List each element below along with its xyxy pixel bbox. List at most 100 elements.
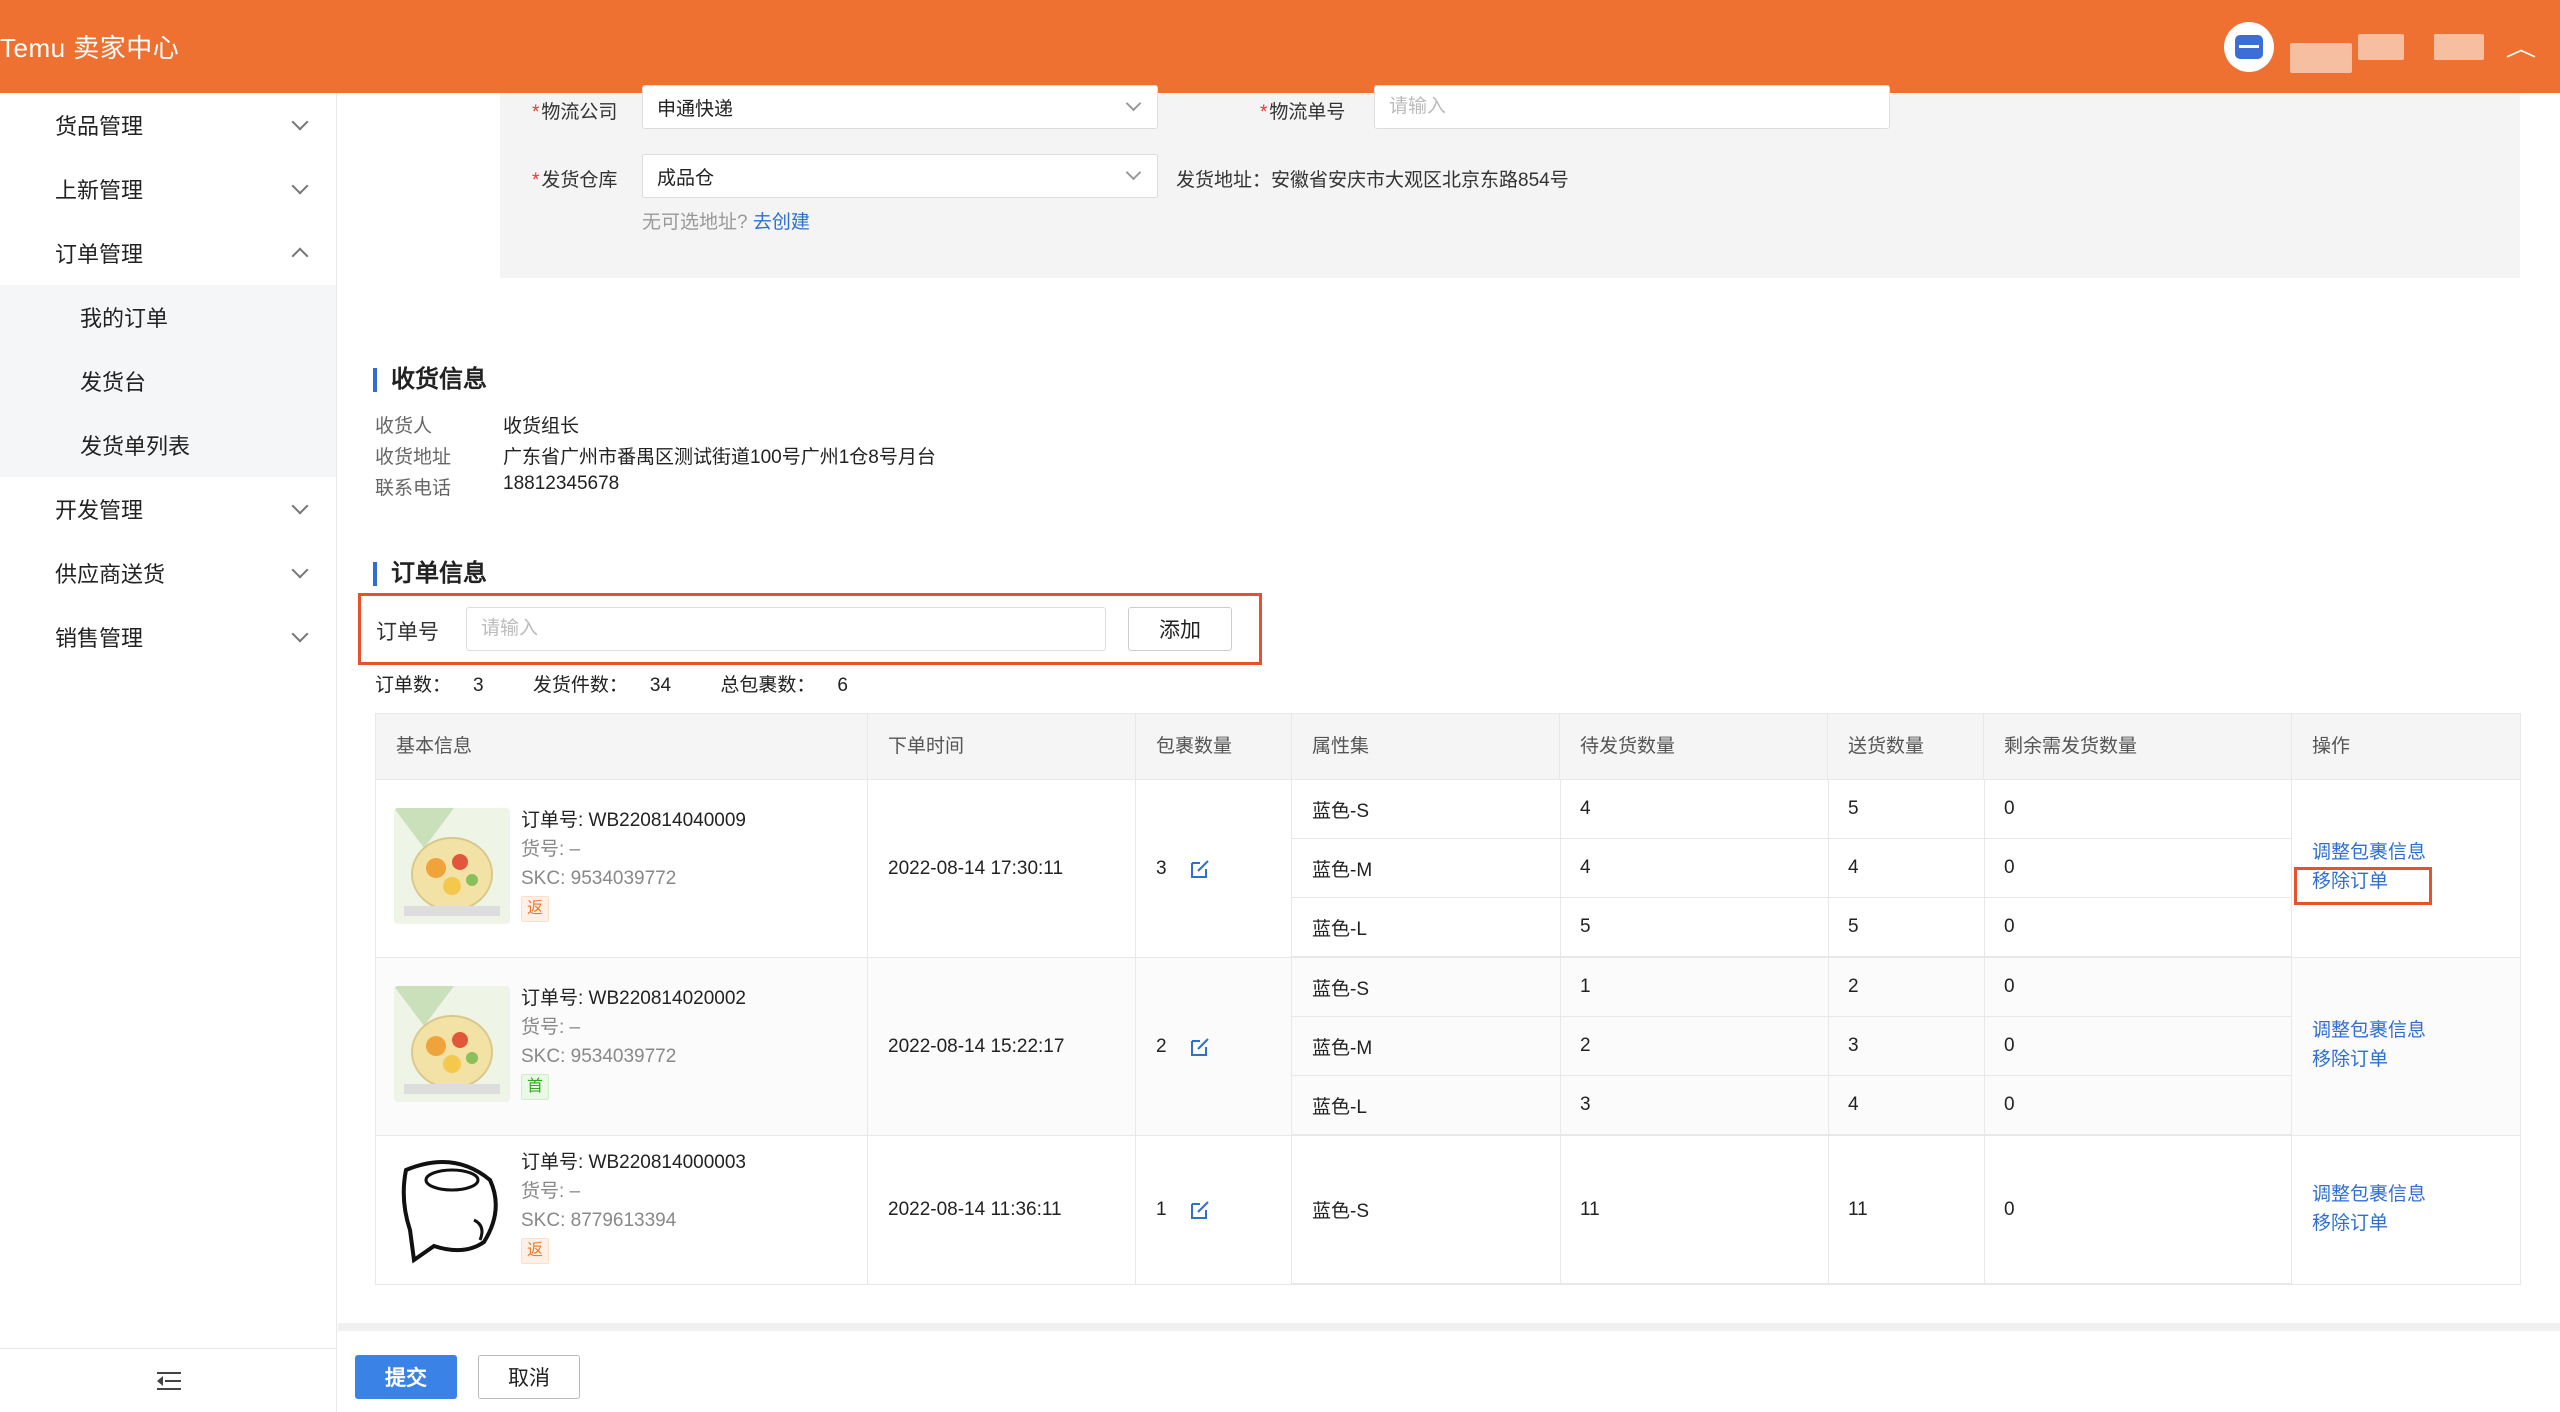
collapse-sidebar-icon[interactable] bbox=[156, 1371, 181, 1391]
chevron-down-icon bbox=[1125, 95, 1142, 112]
skc: SKC: 9534039772 bbox=[521, 1046, 677, 1067]
receiver-address-label: 收货地址 bbox=[375, 447, 452, 468]
skc: SKC: 8779613394 bbox=[521, 1210, 677, 1231]
edit-icon[interactable] bbox=[1189, 1199, 1211, 1221]
sidebar-item-orders[interactable]: 订单管理 bbox=[0, 221, 336, 285]
receiver-phone-label: 联系电话 bbox=[375, 478, 452, 499]
adjust-package-link[interactable]: 调整包裹信息 bbox=[2312, 838, 2426, 867]
order-number: 订单号: WB220814020002 bbox=[521, 988, 746, 1009]
tracking-no-input[interactable] bbox=[1374, 85, 1890, 129]
operations-cell: 调整包裹信息 移除订单 bbox=[2292, 958, 2520, 1135]
basic-info-cell: 订单号: WB220814000003 货号: – SKC: 877961339… bbox=[376, 1136, 868, 1284]
sidebar-subitem-shipment-list[interactable]: 发货单列表 bbox=[0, 413, 336, 477]
receiver-section-title: 收货信息 bbox=[373, 368, 487, 392]
receiver-name-value: 收货组长 bbox=[503, 416, 580, 437]
items-count: 发货件数： 34 bbox=[532, 675, 672, 696]
package-count: 2 bbox=[1156, 1035, 1167, 1057]
footer-action-bar: 提交 取消 bbox=[338, 1323, 2560, 1412]
remove-order-link[interactable]: 移除订单 bbox=[2312, 1209, 2426, 1238]
sidebar-footer bbox=[0, 1348, 337, 1412]
remove-order-link[interactable]: 移除订单 bbox=[2312, 1045, 2426, 1074]
sidebar-item-development[interactable]: 开发管理 bbox=[0, 477, 336, 541]
warehouse-label: * 发货仓库 bbox=[532, 170, 618, 191]
store-icon bbox=[2234, 34, 2263, 59]
sidebar-item-label: 货品管理 bbox=[55, 114, 144, 139]
package-count-cell: 3 bbox=[1136, 780, 1292, 957]
chevron-down-icon bbox=[291, 113, 309, 131]
attribute-rows: 蓝色-S 1 2 0 蓝色-M 2 3 0 蓝色-L 3 4 0 bbox=[1292, 958, 2292, 1135]
order-no-label: 订单号 bbox=[376, 621, 439, 644]
sidebar-item-label: 销售管理 bbox=[55, 626, 144, 651]
top-header-bar: Temu 卖家中心 ︿ bbox=[0, 0, 2560, 93]
adjust-package-link[interactable]: 调整包裹信息 bbox=[2312, 1180, 2426, 1209]
chevron-down-icon bbox=[291, 497, 309, 515]
return-tag: 返 bbox=[521, 896, 550, 922]
sidebar-item-supplier-delivery[interactable]: 供应商送货 bbox=[0, 541, 336, 605]
column-header: 待发货数量 bbox=[1560, 714, 1828, 780]
main-content: *物流公司 申通快递 *物流单号 *发货仓库 成品仓 发货地址：安徽省安庆市大观… bbox=[338, 85, 2560, 1323]
table-row: 订单号: WB220814000003 货号: – SKC: 877961339… bbox=[376, 1136, 2520, 1284]
brand-title[interactable]: Temu 卖家中心 bbox=[0, 28, 179, 65]
order-number: 订单号: WB220814040009 bbox=[521, 810, 746, 831]
item-number: 货号: – bbox=[521, 839, 581, 860]
column-header: 剩余需发货数量 bbox=[1984, 714, 2292, 780]
cancel-button[interactable]: 取消 bbox=[478, 1355, 580, 1399]
attribute-row: 蓝色-L 5 5 0 bbox=[1292, 898, 2291, 957]
chevron-up-icon bbox=[291, 247, 309, 265]
adjust-package-link[interactable]: 调整包裹信息 bbox=[2312, 1016, 2426, 1045]
operations-cell: 调整包裹信息 移除订单 bbox=[2292, 780, 2520, 957]
product-image[interactable] bbox=[394, 1150, 510, 1266]
logistics-company-select[interactable]: 申通快递 bbox=[642, 85, 1158, 129]
chevron-down-icon bbox=[291, 561, 309, 579]
chevron-down-icon bbox=[291, 177, 309, 195]
sidebar-item-goods[interactable]: 货品管理 bbox=[0, 93, 336, 157]
order-time: 2022-08-14 17:30:11 bbox=[868, 780, 1136, 957]
edit-icon[interactable] bbox=[1189, 1036, 1211, 1058]
attribute-row: 蓝色-L 3 4 0 bbox=[1292, 1076, 2291, 1135]
remove-order-highlight bbox=[2294, 867, 2432, 905]
sidebar-item-sales[interactable]: 销售管理 bbox=[0, 605, 336, 669]
order-number: 订单号: WB220814000003 bbox=[521, 1152, 746, 1173]
submit-button[interactable]: 提交 bbox=[355, 1355, 457, 1399]
create-address-link[interactable]: 去创建 bbox=[753, 212, 810, 233]
column-header: 包裹数量 bbox=[1136, 714, 1292, 780]
order-no-input[interactable] bbox=[466, 607, 1106, 651]
package-count-cell: 1 bbox=[1136, 1136, 1292, 1284]
edit-icon[interactable] bbox=[1189, 858, 1211, 880]
sidebar: 货品管理 上新管理 订单管理 我的订单 发货台 发货单列表 开发管理 供应商送货… bbox=[0, 93, 337, 1412]
product-image[interactable] bbox=[394, 808, 510, 924]
shipping-form-panel: *物流公司 申通快递 *物流单号 *发货仓库 成品仓 发货地址：安徽省安庆市大观… bbox=[500, 85, 2520, 278]
orders-table: 基本信息 下单时间 包裹数量 属性集 待发货数量 送货数量 剩余需发货数量 操作 bbox=[375, 713, 2521, 1285]
attribute-row: 蓝色-M 4 4 0 bbox=[1292, 839, 2291, 898]
blurred-shop-name bbox=[2433, 33, 2484, 60]
chevron-up-icon[interactable]: ︿ bbox=[2506, 31, 2537, 63]
order-time: 2022-08-14 15:22:17 bbox=[868, 958, 1136, 1135]
receiver-phone-value: 18812345678 bbox=[503, 473, 620, 494]
add-order-button[interactable]: 添加 bbox=[1128, 607, 1232, 651]
product-image[interactable] bbox=[394, 986, 510, 1102]
table-header: 基本信息 下单时间 包裹数量 属性集 待发货数量 送货数量 剩余需发货数量 操作 bbox=[376, 714, 2520, 780]
ship-address: 发货地址：安徽省安庆市大观区北京东路854号 bbox=[1176, 170, 1569, 191]
chevron-down-icon bbox=[1125, 164, 1142, 181]
order-count: 订单数： 3 bbox=[375, 675, 484, 696]
basic-info-cell: 订单号: WB220814040009 货号: – SKC: 953403977… bbox=[376, 780, 868, 957]
chevron-down-icon bbox=[291, 625, 309, 643]
sidebar-subitem-my-orders[interactable]: 我的订单 bbox=[0, 285, 336, 349]
user-area[interactable]: ︿ bbox=[2223, 0, 2560, 93]
packages-count: 总包裹数： 6 bbox=[720, 675, 848, 696]
receiver-name-label: 收货人 bbox=[375, 416, 433, 437]
order-info: 订单号: WB220814000003 货号: – SKC: 877961339… bbox=[521, 1148, 746, 1264]
package-count: 1 bbox=[1156, 1199, 1167, 1220]
no-address-hint: 无可选地址? 去创建 bbox=[642, 212, 810, 233]
avatar[interactable] bbox=[2223, 21, 2274, 72]
sidebar-subitem-shipping-desk[interactable]: 发货台 bbox=[0, 349, 336, 413]
attribute-row: 蓝色-S 4 5 0 bbox=[1292, 780, 2291, 839]
blurred-username bbox=[2357, 33, 2404, 60]
item-number: 货号: – bbox=[521, 1017, 581, 1038]
warehouse-select[interactable]: 成品仓 bbox=[642, 154, 1158, 198]
attribute-row: 蓝色-S 1 2 0 bbox=[1292, 958, 2291, 1017]
sidebar-item-label: 开发管理 bbox=[55, 498, 144, 523]
column-header: 操作 bbox=[2312, 736, 2351, 757]
sidebar-item-new-listing[interactable]: 上新管理 bbox=[0, 157, 336, 221]
package-count-cell: 2 bbox=[1136, 958, 1292, 1135]
